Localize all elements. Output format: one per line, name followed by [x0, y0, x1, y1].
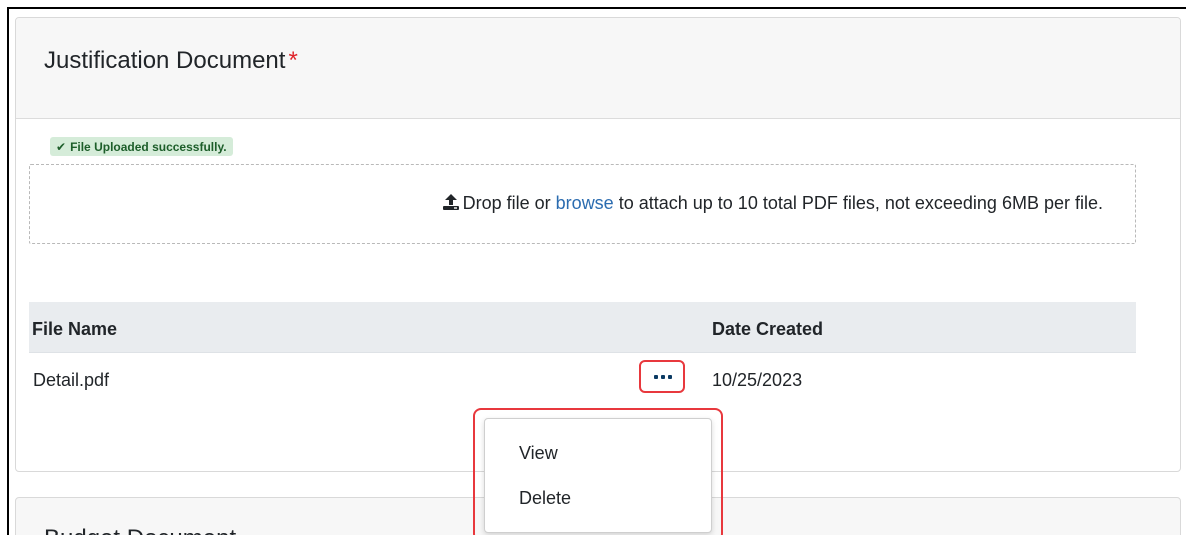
required-marker: * [288, 47, 298, 74]
upload-icon [442, 194, 459, 210]
table-row: Detail.pdf 10/25/2023 [29, 353, 1136, 409]
row-actions-menu: View Delete [484, 418, 712, 533]
card-header: Justification Document * [16, 18, 1180, 119]
frame-border-top [7, 7, 1186, 9]
ellipsis-icon [654, 375, 672, 379]
browse-link[interactable]: browse [556, 193, 614, 213]
file-name-cell: Detail.pdf [33, 370, 110, 390]
card-title: Justification Document [44, 47, 286, 74]
column-header-file-name: File Name [32, 319, 118, 339]
date-created-cell: 10/25/2023 [712, 370, 803, 390]
check-icon: ✔ [56, 140, 67, 154]
budget-card-title: Budget Document [44, 525, 236, 535]
menu-item-delete[interactable]: Delete [519, 488, 571, 509]
upload-status-text: File Uploaded successfully. [70, 140, 227, 154]
column-header-date-created: Date Created [712, 319, 824, 339]
row-actions-button[interactable] [639, 360, 685, 393]
frame-border-left [7, 7, 9, 535]
dropzone-prefix: Drop file or [462, 193, 551, 213]
table-header: File Name Date Created [29, 302, 1136, 353]
file-dropzone[interactable]: Drop file or browse to attach up to 10 t… [29, 164, 1136, 244]
upload-success-badge: ✔ File Uploaded successfully. [50, 137, 233, 156]
dropzone-instructions: Drop file or browse to attach up to 10 t… [442, 193, 1103, 214]
dropzone-suffix: to attach up to 10 total PDF files, not … [618, 193, 1103, 213]
menu-item-view[interactable]: View [519, 443, 558, 464]
files-table: File Name Date Created Detail.pdf 10/25/… [29, 302, 1136, 409]
